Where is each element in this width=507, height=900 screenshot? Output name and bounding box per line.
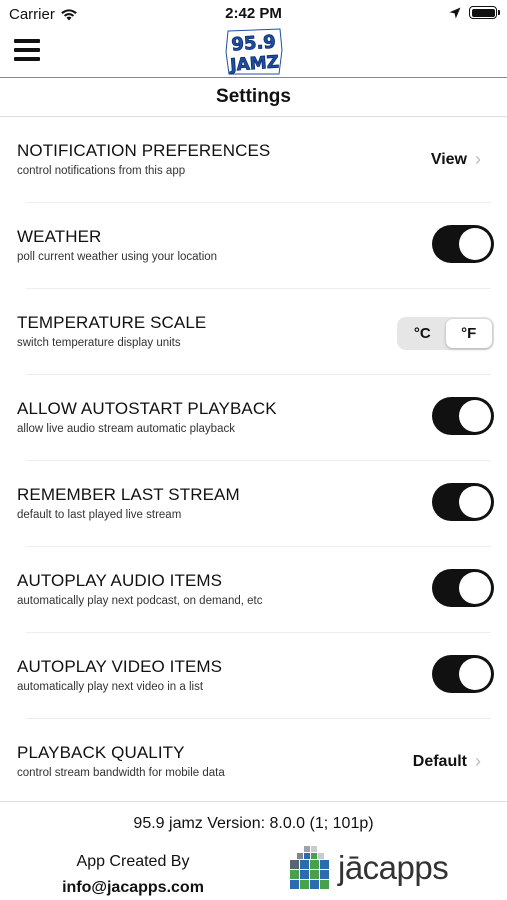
autostart-playback-toggle[interactable] — [432, 397, 494, 435]
toggle-knob — [459, 486, 491, 518]
location-arrow-icon — [449, 7, 461, 18]
jacapps-logo[interactable]: jācapps — [290, 843, 470, 893]
setting-description: switch temperature display units — [17, 337, 181, 349]
setting-notification-preferences[interactable]: NOTIFICATION PREFERENCES control notific… — [0, 117, 507, 203]
action-label: View — [430, 150, 467, 168]
setting-description: control notifications from this app — [17, 165, 186, 177]
setting-title: PLAYBACK QUALITY — [17, 743, 185, 762]
remember-last-stream-toggle[interactable] — [432, 483, 494, 521]
setting-description: automatically play next video in a list — [17, 681, 204, 693]
jacapps-wordmark: jācapps — [338, 849, 449, 886]
setting-allow-autostart-playback: ALLOW AUTOSTART PLAYBACK allow live audi… — [0, 375, 507, 461]
nav-header: 95.9 JAMZ — [0, 28, 507, 78]
menu-bar — [14, 48, 40, 52]
setting-title: ALLOW AUTOSTART PLAYBACK — [17, 399, 277, 418]
station-logo: 95.9 JAMZ — [225, 28, 283, 76]
setting-autoplay-audio-items: AUTOPLAY AUDIO ITEMS automatically play … — [0, 547, 507, 633]
clock: 2:42 PM — [225, 5, 282, 22]
setting-description: default to last played live stream — [17, 509, 182, 521]
setting-description: automatically play next podcast, on dema… — [17, 595, 263, 607]
temperature-unit-segmented-control: °C °F — [397, 317, 494, 350]
weather-toggle[interactable] — [432, 225, 494, 263]
logo-name: JAMZ — [229, 52, 280, 75]
page-title: Settings — [216, 86, 291, 107]
status-bar: Carrier 2:42 PM — [0, 0, 507, 28]
setting-weather: WEATHER poll current weather using your … — [0, 203, 507, 289]
status-icons — [449, 6, 500, 19]
toggle-knob — [459, 228, 491, 260]
view-button[interactable]: View › — [431, 149, 481, 170]
toggle-knob — [459, 572, 491, 604]
hamburger-menu-button[interactable] — [14, 39, 40, 61]
setting-title: TEMPERATURE SCALE — [17, 313, 207, 332]
celsius-option[interactable]: °C — [399, 319, 446, 348]
setting-title: WEATHER — [17, 227, 102, 246]
contact-email-link[interactable]: info@jacapps.com — [40, 875, 226, 900]
version-label: 95.9 jamz Version: 8.0.0 (1; 101p) — [133, 815, 374, 832]
toggle-knob — [459, 400, 491, 432]
menu-bar — [14, 57, 40, 61]
setting-title: AUTOPLAY VIDEO ITEMS — [17, 657, 223, 676]
setting-temperature-scale: TEMPERATURE SCALE switch temperature dis… — [0, 289, 507, 375]
setting-playback-quality[interactable]: PLAYBACK QUALITY control stream bandwidt… — [0, 719, 507, 805]
setting-description: control stream bandwidth for mobile data — [17, 767, 225, 779]
toggle-knob — [459, 658, 491, 690]
setting-title: NOTIFICATION PREFERENCES — [17, 141, 271, 160]
logo-frequency: 95.9 — [231, 31, 277, 55]
app-credit: App Created By info@jacapps.com — [40, 849, 226, 900]
fahrenheit-option[interactable]: °F — [445, 319, 492, 348]
setting-remember-last-stream: REMEMBER LAST STREAM default to last pla… — [0, 461, 507, 547]
playback-quality-button[interactable]: Default › — [413, 751, 481, 772]
autoplay-audio-toggle[interactable] — [432, 569, 494, 607]
chevron-right-icon: › — [475, 751, 481, 771]
divider — [0, 801, 507, 802]
battery-icon — [469, 6, 500, 19]
chevron-right-icon: › — [475, 149, 481, 169]
autoplay-video-toggle[interactable] — [432, 655, 494, 693]
action-label: Default — [412, 752, 467, 770]
setting-title: AUTOPLAY AUDIO ITEMS — [17, 571, 223, 590]
setting-title: REMEMBER LAST STREAM — [17, 485, 240, 504]
setting-description: allow live audio stream automatic playba… — [17, 423, 235, 435]
setting-autoplay-video-items: AUTOPLAY VIDEO ITEMS automatically play … — [0, 633, 507, 719]
created-by-label: App Created By — [76, 853, 190, 870]
menu-bar — [14, 39, 40, 43]
setting-description: poll current weather using your location — [17, 251, 218, 263]
jacapps-mosaic-icon — [290, 846, 329, 889]
